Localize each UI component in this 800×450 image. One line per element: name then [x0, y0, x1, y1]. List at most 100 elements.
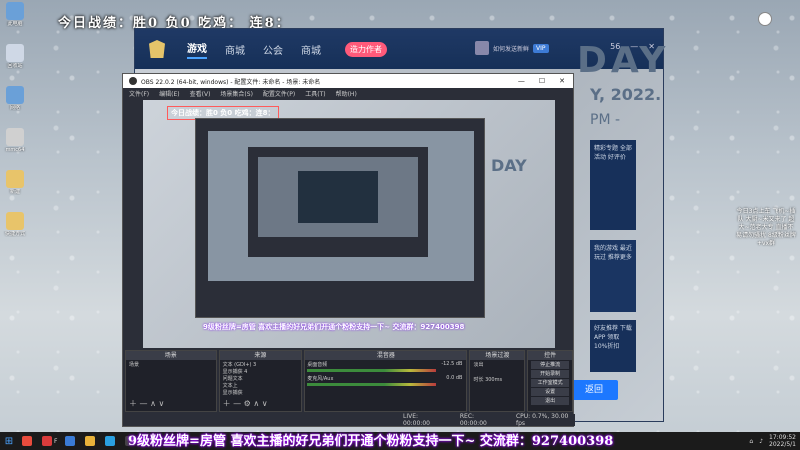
obs-menu-item[interactable]: 帮助(H)	[336, 89, 357, 98]
client-nav-guild[interactable]: 公会	[263, 42, 283, 57]
recycle-bin-icon	[6, 44, 24, 62]
cat-icon	[758, 12, 772, 26]
transitions-dock-title: 场景过渡	[470, 351, 525, 360]
desktop-icon[interactable]: 新建	[2, 170, 28, 206]
source-item[interactable]: 显示捕获 4	[223, 369, 299, 376]
obs-window-controls: — ☐ ✕	[518, 77, 573, 85]
source-item[interactable]: 文本上	[223, 383, 299, 390]
transition-select[interactable]: 淡出	[473, 362, 521, 369]
app-icon	[6, 128, 24, 146]
desktop-icon[interactable]: 网络	[2, 86, 28, 122]
volume-meter[interactable]	[307, 383, 437, 386]
mixer-row-desktop[interactable]: 桌面音频 -12.5 dB	[305, 360, 466, 374]
system-tray: ⌂ ♪ 17:09:52 2022/5/1	[749, 432, 796, 450]
folder-icon	[6, 212, 24, 230]
mixer-row-mic[interactable]: 麦克风/Aux 0.0 dB	[305, 374, 466, 388]
banner-pm-text: PM -	[590, 112, 621, 128]
network-icon[interactable]: ⌂	[749, 438, 753, 445]
taskbar-app[interactable]	[18, 432, 38, 450]
client-user-name: 如何发送新鲜	[493, 45, 530, 53]
chrome-icon	[85, 436, 96, 446]
volume-meter[interactable]	[307, 369, 437, 372]
client-user[interactable]: 如何发送新鲜 VIP	[475, 41, 549, 55]
stop-stream-button[interactable]: 停止推流	[531, 361, 569, 369]
close-icon[interactable]: ✕	[559, 77, 565, 85]
obs-statusbar: LIVE: 00:00:00 REC: 00:00:00 CPU: 0.7%, …	[123, 413, 575, 427]
sources-dock-title: 来源	[219, 351, 302, 360]
transitions-dock: 场景过渡 淡出 时长 300ms	[469, 350, 526, 412]
duration-input[interactable]: 300ms	[485, 377, 502, 383]
desktop-icon[interactable]: 此电脑	[2, 2, 28, 38]
obs-logo-icon	[129, 77, 137, 85]
avatar	[475, 41, 489, 55]
scene-item[interactable]: 场景	[129, 362, 213, 369]
preview-nested-client	[195, 118, 485, 318]
banner-year-text: Y, 2022.	[590, 85, 662, 104]
return-button[interactable]: 返回	[570, 380, 618, 400]
app-icon	[65, 436, 76, 446]
network-icon	[6, 86, 24, 104]
minimize-icon[interactable]: —	[518, 77, 525, 85]
taskbar-app[interactable]: F	[38, 432, 61, 450]
browser-icon	[22, 436, 32, 446]
maximize-icon[interactable]: ☐	[539, 77, 545, 85]
taskbar-app[interactable]	[101, 432, 121, 450]
obs-menu-item[interactable]: 编辑(E)	[159, 89, 179, 98]
desktop-icons: 此电脑回收站网络 mmc64 新建快捷方式	[2, 2, 28, 254]
cpu-status: CPU: 0.7%, 30.00 fps	[515, 413, 569, 427]
settings-button[interactable]: 设置	[531, 388, 569, 396]
client-side-panel-2[interactable]: 我的游戏 最近玩过 推荐更多	[590, 240, 636, 312]
source-item[interactable]: 显示捕获	[223, 390, 299, 397]
live-status: LIVE: 00:00:00	[403, 413, 430, 427]
computer-icon	[6, 2, 24, 20]
controls-dock: 控件 停止推流 开始录制 工作室模式 设置 退出	[527, 350, 573, 412]
studio-mode-button[interactable]: 工作室模式	[531, 379, 569, 387]
sources-toolbar[interactable]: ＋ — ⚙ ∧ ∨	[223, 398, 268, 409]
folder-icon	[6, 170, 24, 188]
obs-menu-item[interactable]: 配置文件(P)	[263, 89, 295, 98]
overlay-side-note: 今日3点上车 飞机~插队 大厨~米又来了 超大~范老大专 直播不易请勿骚扰 8级…	[736, 208, 796, 247]
source-item[interactable]: 文本 (GDI+) 3	[223, 362, 299, 369]
banner-day-text: DAY	[577, 40, 670, 81]
obs-preview[interactable]: 今日战绩：胜0 负0 吃鸡：连8： DAY	[143, 100, 555, 348]
rec-status: REC: 00:00:00	[459, 413, 487, 427]
vip-badge: VIP	[533, 43, 549, 53]
windows-start-icon[interactable]: ⊞	[0, 432, 18, 450]
scenes-toolbar[interactable]: ＋ — ∧ ∨	[129, 398, 164, 409]
scenes-dock-title: 场景	[126, 351, 216, 360]
preview-nested-inner	[298, 171, 378, 223]
obs-title-text: OBS 22.0.2 (64-bit, windows) - 配置文件: 未命名…	[141, 78, 321, 86]
preview-day-text: DAY	[491, 156, 527, 175]
obs-menu-item[interactable]: 查看(V)	[190, 89, 211, 98]
client-nav-game[interactable]: 游戏	[187, 40, 207, 59]
client-side-panel[interactable]: 精彩专题 全部活动 好评价	[590, 140, 636, 230]
mixer-dock: 混音器 桌面音频 -12.5 dB 麦克风/Aux 0.0 dB	[304, 350, 468, 412]
overlay-bottom-text: 9级粉丝牌=房管 喜欢主播的好兄弟们开通个粉粉支持一下~ 交流群：9274003…	[128, 434, 614, 449]
client-nav-shop[interactable]: 商城	[225, 42, 245, 57]
scenes-dock: 场景 场景 ＋ — ∧ ∨	[125, 350, 217, 412]
client-side-panel-3[interactable]: 好友推荐 下载APP 领取10%折扣	[590, 320, 636, 372]
source-item[interactable]: 问题文本	[223, 376, 299, 383]
client-logo-icon	[149, 40, 165, 58]
taskbar-app[interactable]	[81, 432, 101, 450]
clock[interactable]: 17:09:52 2022/5/1	[769, 434, 796, 448]
start-record-button[interactable]: 开始录制	[531, 370, 569, 378]
desktop-icon[interactable]: mmc64	[2, 128, 28, 164]
obs-menu-item[interactable]: 场景集合(S)	[220, 89, 253, 98]
obs-menu-item[interactable]: 文件(F)	[129, 89, 149, 98]
taskbar-app[interactable]	[61, 432, 81, 450]
preview-nested-obs	[248, 147, 428, 257]
desktop-icon[interactable]: 快捷方式	[2, 212, 28, 248]
volume-icon[interactable]: ♪	[759, 438, 763, 445]
sources-dock: 来源 文本 (GDI+) 3 显示捕获 4 问题文本 文本上 显示捕获 ＋ — …	[218, 350, 303, 412]
exit-button[interactable]: 退出	[531, 397, 569, 405]
client-badge[interactable]: 造力作者	[345, 41, 387, 57]
desktop-icon[interactable]: 回收站	[2, 44, 28, 80]
qq-icon	[105, 436, 116, 446]
client-nav-store[interactable]: 商城	[301, 42, 321, 57]
obs-docks: 场景 场景 ＋ — ∧ ∨ 来源 文本 (GDI+) 3 显示捕获 4 问题文本…	[123, 350, 575, 412]
obs-menu-item[interactable]: 工具(T)	[305, 89, 325, 98]
taskbar-apps: F	[18, 432, 141, 450]
duration-label: 时长	[473, 377, 484, 383]
obs-titlebar: OBS 22.0.2 (64-bit, windows) - 配置文件: 未命名…	[123, 74, 573, 88]
